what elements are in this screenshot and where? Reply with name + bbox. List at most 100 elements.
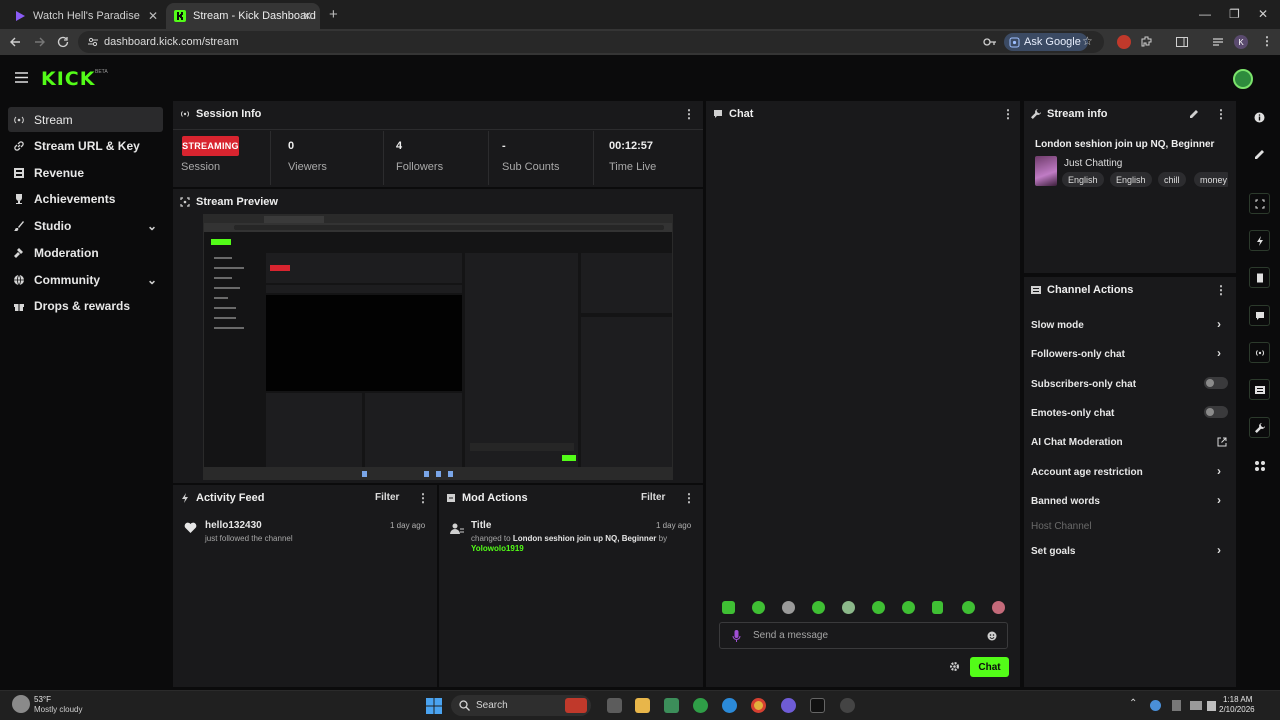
emoji-picker-icon[interactable] [987, 631, 997, 641]
emote-icon[interactable] [902, 601, 915, 614]
sidebar-item-moderation[interactable]: Moderation [8, 240, 163, 265]
back-icon[interactable] [8, 35, 22, 49]
emote-icon[interactable] [932, 601, 943, 614]
chevron-right-icon[interactable]: › [1217, 543, 1221, 557]
browser-tab-kick-dashboard[interactable]: Stream - Kick Dashboard ✕ [166, 3, 320, 29]
mic-tray-icon[interactable] [1172, 700, 1181, 711]
activity-filter-button[interactable]: Filter [375, 492, 399, 503]
windows-start-icon[interactable] [426, 698, 442, 714]
new-tab-button[interactable]: + [329, 6, 338, 23]
kick-logo[interactable]: KICK [41, 68, 95, 90]
reload-icon[interactable] [56, 35, 70, 49]
sidebar-item-revenue[interactable]: Revenue [8, 160, 163, 185]
chrome-icon[interactable] [751, 698, 766, 713]
emote-icon[interactable] [782, 601, 795, 614]
microphone-icon[interactable] [732, 630, 741, 642]
category-thumbnail[interactable] [1035, 156, 1057, 186]
volume-icon[interactable] [1207, 701, 1216, 711]
minimize-icon[interactable]: — [1199, 7, 1211, 21]
rail-stream-info-button[interactable] [1249, 417, 1270, 438]
sidebar-item-stream[interactable]: Stream [8, 107, 163, 132]
clock-time[interactable]: 1:18 AM [1223, 695, 1252, 704]
bookmark-star-icon[interactable]: ☆ [1082, 34, 1093, 48]
rail-broadcast-button[interactable] [1249, 342, 1270, 363]
emotes-only-toggle[interactable] [1204, 406, 1228, 418]
ask-google-button[interactable]: Ask Google [1004, 33, 1088, 51]
rail-activity-button[interactable] [1249, 230, 1270, 251]
rail-actions-button[interactable] [1249, 379, 1270, 400]
sidebar-item-drops-rewards[interactable]: Drops & rewards [8, 293, 163, 318]
side-panel-icon[interactable] [1175, 35, 1189, 49]
x-app-icon[interactable] [810, 698, 825, 713]
rail-scan-button[interactable] [1249, 193, 1270, 214]
window-close-icon[interactable]: ✕ [1258, 7, 1268, 21]
forward-icon[interactable] [33, 35, 47, 49]
emote-icon[interactable] [842, 601, 855, 614]
chevron-right-icon[interactable]: › [1217, 493, 1221, 507]
profile-avatar[interactable]: K [1234, 35, 1248, 49]
sidebar-item-stream-url-key[interactable]: Stream URL & Key [8, 133, 163, 158]
sidebar-item-achievements[interactable]: Achievements [8, 186, 163, 211]
weather-icon[interactable] [12, 695, 30, 713]
external-link-icon[interactable] [1217, 437, 1227, 447]
session-more-icon[interactable]: ⋮ [683, 107, 695, 121]
clock-date[interactable]: 2/10/2026 [1219, 705, 1255, 714]
account-age-restriction-option[interactable]: Account age restriction [1031, 467, 1143, 478]
emote-icon[interactable] [872, 601, 885, 614]
onedrive-icon[interactable] [1150, 700, 1161, 711]
sidebar-item-studio[interactable]: Studio ⌄ [8, 213, 163, 238]
chat-settings-gear-icon[interactable] [949, 661, 960, 672]
slow-mode-option[interactable]: Slow mode [1031, 320, 1084, 331]
emote-icon[interactable] [752, 601, 765, 614]
taskbar-search[interactable]: Search [451, 695, 591, 716]
sidebar-item-community[interactable]: Community ⌄ [8, 267, 163, 292]
edit-pencil-icon[interactable] [1189, 109, 1199, 119]
file-explorer-icon[interactable] [635, 698, 650, 713]
rail-chat-button[interactable] [1249, 305, 1270, 326]
close-tab-icon[interactable]: ✕ [148, 9, 158, 23]
chat-message-input[interactable]: Send a message [719, 622, 1008, 649]
mod-more-icon[interactable]: ⋮ [683, 491, 695, 505]
user-avatar[interactable] [1233, 69, 1253, 89]
emote-icon[interactable] [812, 601, 825, 614]
rail-revenue-button[interactable] [1249, 267, 1270, 288]
channel-actions-more-icon[interactable]: ⋮ [1215, 283, 1227, 297]
set-goals-option[interactable]: Set goals [1031, 546, 1075, 557]
chevron-right-icon[interactable]: › [1217, 346, 1221, 360]
mod-action-user[interactable]: Yolowolo1919 [471, 544, 524, 553]
site-info-icon[interactable] [87, 36, 99, 48]
mod-filter-button[interactable]: Filter [641, 492, 665, 503]
wifi-icon[interactable] [1190, 701, 1202, 710]
browser-tab-hells-paradise[interactable]: Watch Hell's Paradise Season 2 ✕ [6, 3, 166, 29]
subscribers-only-toggle[interactable] [1204, 377, 1228, 389]
hamburger-menu-icon[interactable] [15, 72, 28, 83]
extensions-puzzle-icon[interactable] [1140, 35, 1154, 49]
restore-icon[interactable]: ❐ [1229, 7, 1240, 21]
reading-list-icon[interactable] [1211, 35, 1225, 49]
info-icon[interactable] [1254, 112, 1265, 123]
obs-icon[interactable] [840, 698, 855, 713]
activity-more-icon[interactable]: ⋮ [417, 491, 429, 505]
emote-icon[interactable] [722, 601, 735, 614]
followers-only-chat-option[interactable]: Followers-only chat [1031, 349, 1125, 360]
store-icon[interactable] [664, 698, 679, 713]
follower-name[interactable]: hello132430 [205, 520, 262, 531]
address-bar[interactable]: dashboard.kick.com/stream Ask Google ☆ [78, 31, 1104, 53]
xbox-icon[interactable] [693, 698, 708, 713]
edge-icon[interactable] [722, 698, 737, 713]
emote-icon[interactable] [962, 601, 975, 614]
send-chat-button[interactable]: Chat [970, 657, 1009, 677]
chat-more-icon[interactable]: ⋮ [1002, 107, 1014, 121]
browser-menu-icon[interactable]: ⋮ [1261, 34, 1273, 48]
stream-preview-video[interactable] [203, 214, 673, 480]
layout-customize-icon[interactable] [1254, 460, 1266, 472]
password-key-icon[interactable] [983, 37, 997, 47]
stream-info-more-icon[interactable]: ⋮ [1215, 107, 1227, 121]
discord-icon[interactable] [781, 698, 796, 713]
extension-icon[interactable] [1117, 35, 1131, 49]
tray-chevron-up-icon[interactable]: ⌃ [1129, 698, 1137, 709]
close-tab-icon[interactable]: ✕ [302, 9, 312, 23]
task-view-icon[interactable] [607, 698, 622, 713]
emote-icon[interactable] [992, 601, 1005, 614]
chevron-right-icon[interactable]: › [1217, 317, 1221, 331]
